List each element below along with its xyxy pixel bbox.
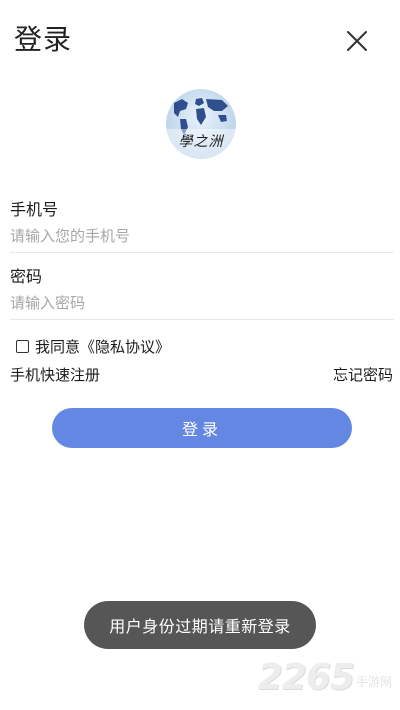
password-input[interactable] (10, 289, 394, 317)
app-logo: 學之洲 (166, 89, 236, 159)
page-title: 登录 (14, 23, 73, 56)
close-icon (347, 31, 367, 51)
agree-text[interactable]: 我同意《隐私协议》 (35, 336, 170, 357)
watermark-number: 2265 (257, 657, 355, 698)
agree-checkbox[interactable] (16, 339, 29, 353)
divider (10, 319, 394, 320)
logo-text: 學之洲 (178, 134, 224, 150)
quick-register-link[interactable]: 手机快速注册 (10, 364, 100, 385)
divider (10, 252, 394, 253)
forgot-password-link[interactable]: 忘记密码 (333, 364, 393, 385)
watermark: 2265 手游网 (258, 660, 392, 696)
toast-message: 用户身份过期请重新登录 (84, 601, 316, 649)
watermark-suffix: 手游网 (355, 675, 392, 689)
phone-input[interactable] (10, 222, 394, 250)
privacy-agreement[interactable]: 我同意《隐私协议》 (16, 335, 170, 357)
close-button[interactable] (340, 24, 374, 58)
password-label: 密码 (10, 267, 43, 286)
login-button[interactable]: 登录 (52, 408, 352, 448)
phone-label: 手机号 (10, 200, 59, 219)
